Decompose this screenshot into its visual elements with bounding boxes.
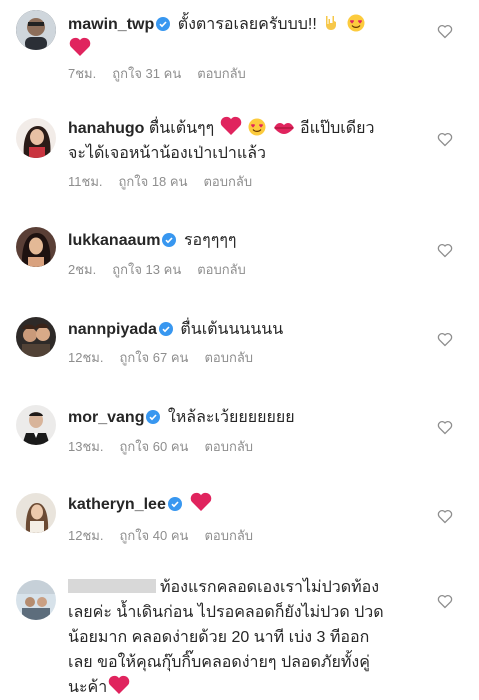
username[interactable]: katheryn_lee — [68, 496, 166, 513]
reply-button[interactable]: ตอบกลับ — [197, 66, 246, 81]
username[interactable]: mawin_twp — [68, 16, 154, 33]
kiss-mark-emoji-icon — [273, 123, 294, 134]
comment-text-continued: อีแป๊บเดียว — [300, 120, 375, 137]
username[interactable]: lukkanaaum — [68, 232, 160, 249]
username[interactable]: nannpiyada — [68, 321, 157, 338]
rock-hand-emoji-icon — [326, 16, 337, 30]
heart-outline-icon[interactable] — [437, 131, 453, 147]
comment-timestamp: 13ชม. — [68, 439, 104, 454]
verified-badge-icon — [156, 17, 171, 31]
comment-text: ตื่นเต้นนนนนน — [180, 321, 284, 338]
heart-eyes-emoji-icon — [248, 118, 266, 136]
avatar[interactable] — [16, 493, 56, 533]
comment-timestamp: 12ชม. — [68, 528, 104, 543]
verified-badge-icon — [167, 497, 182, 511]
comment-timestamp: 2ชม. — [68, 262, 97, 277]
heart-outline-icon[interactable] — [437, 23, 453, 39]
comment-text: ใหล้ละเว้ยยยยยยย — [167, 409, 295, 426]
username[interactable]: hanahugo — [68, 120, 144, 137]
comment-text: รอๆๆๆๆ — [183, 232, 237, 249]
comment-text: ตื่นเต้นๆๆ — [148, 120, 215, 137]
avatar[interactable] — [16, 227, 56, 267]
reply-button[interactable]: ตอบกลับ — [204, 528, 253, 543]
avatar[interactable] — [16, 580, 56, 620]
comment-text-line: ท้องแรกคลอดเองเราไม่ปวดท้อง — [160, 579, 380, 596]
like-count[interactable]: ถูกใจ 13 คน — [112, 262, 181, 277]
comment-timestamp: 7ชม. — [68, 66, 97, 81]
heart-eyes-emoji-icon — [347, 14, 365, 32]
like-count[interactable]: ถูกใจ 31 คน — [112, 66, 181, 81]
username[interactable]: mor_vang — [68, 409, 144, 426]
like-count[interactable]: ถูกใจ 67 คน — [119, 350, 188, 365]
avatar[interactable] — [16, 10, 56, 50]
heart-outline-icon[interactable] — [437, 508, 453, 524]
verified-badge-icon — [158, 322, 173, 336]
avatar[interactable] — [16, 317, 56, 357]
comment-text-line: น้อยมาก คลอดง่ายด้วย 20 นาที เบ่ง 3 ทีออ… — [68, 629, 370, 646]
verified-badge-icon — [146, 410, 161, 424]
verified-badge-icon — [162, 233, 177, 247]
like-count[interactable]: ถูกใจ 40 คน — [119, 528, 188, 543]
heart-outline-icon[interactable] — [437, 419, 453, 435]
heart-outline-icon[interactable] — [437, 331, 453, 347]
red-heart-emoji-icon — [220, 116, 241, 135]
comment-timestamp: 12ชม. — [68, 350, 104, 365]
red-heart-emoji-icon — [108, 675, 130, 694]
red-heart-emoji-icon — [69, 37, 91, 56]
red-heart-emoji-icon — [191, 492, 212, 511]
comment-text-line: จะได้เจอหน้าน้องเป่าเปาแล้ว — [68, 145, 267, 162]
heart-outline-icon[interactable] — [437, 593, 453, 609]
heart-outline-icon[interactable] — [437, 242, 453, 258]
redacted-username — [68, 579, 156, 593]
reply-button[interactable]: ตอบกลับ — [204, 439, 253, 454]
comment-timestamp: 11ชม. — [68, 174, 103, 189]
reply-button[interactable]: ตอบกลับ — [197, 262, 246, 277]
avatar[interactable] — [16, 405, 56, 445]
comment-text-line: เลย ขอให้คุณกุ๊บกิ๊บคลอดง่ายๆ ปลอดภัยทั้… — [68, 654, 370, 671]
like-count[interactable]: ถูกใจ 60 คน — [119, 439, 188, 454]
comment-text-line: นะค้า — [68, 679, 108, 696]
reply-button[interactable]: ตอบกลับ — [203, 174, 252, 189]
comment-text-line: เลยค่ะ น้ำเดินก่อน ไปรอคลอดก็ยังไม่ปวด ป… — [68, 604, 384, 621]
reply-button[interactable]: ตอบกลับ — [204, 350, 253, 365]
comment-text: ตั้งตารอเลยครับบบ!! — [177, 16, 317, 33]
avatar[interactable] — [16, 118, 56, 158]
like-count[interactable]: ถูกใจ 18 คน — [119, 174, 188, 189]
